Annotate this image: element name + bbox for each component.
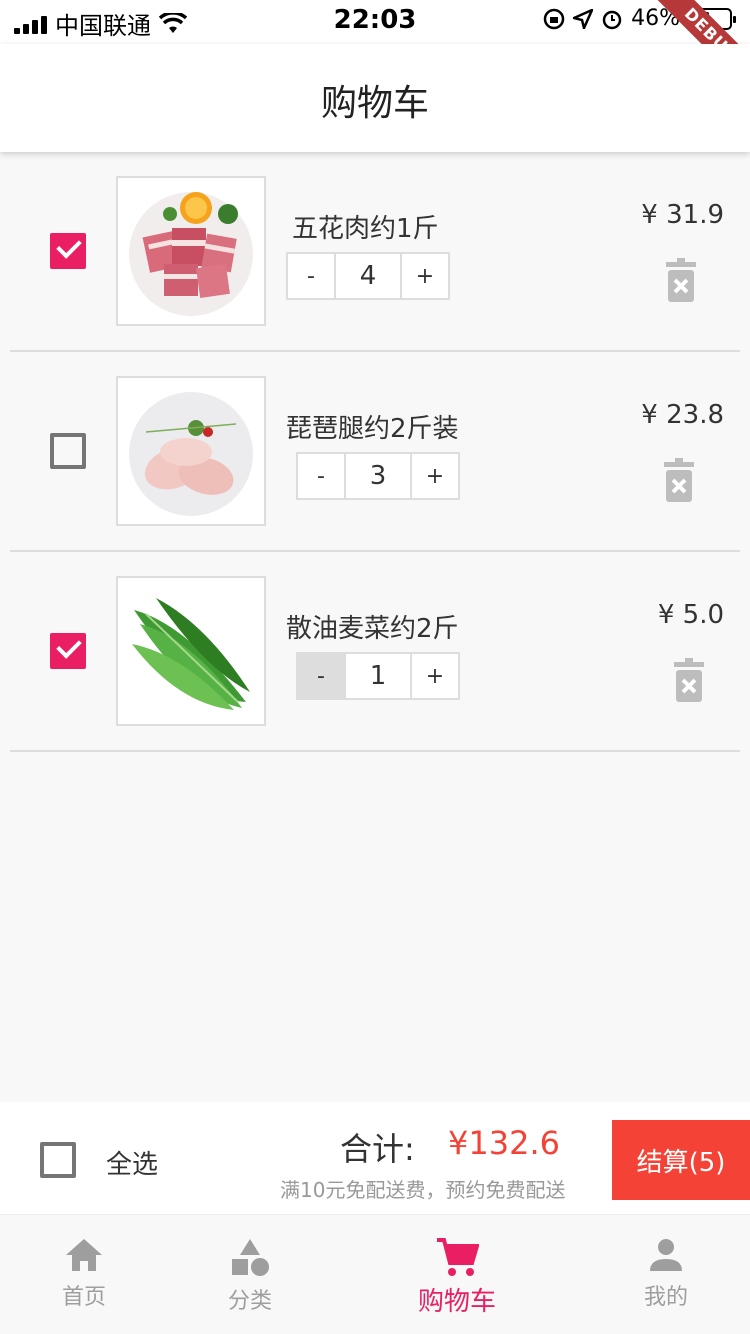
decrement-button[interactable]: - [298, 454, 344, 498]
total-amount: ¥132.6 [448, 1124, 560, 1162]
app-bar: 购物车 [0, 44, 750, 152]
increment-button[interactable]: + [412, 454, 458, 498]
cart-item: 散油麦菜约2斤 - 1 + ¥ 5.0 [10, 552, 740, 752]
quantity-stepper: - 4 + [286, 252, 450, 300]
tab-mine[interactable]: 我的 [596, 1215, 736, 1334]
item-checkbox[interactable] [50, 233, 86, 269]
select-all-label[interactable]: 全选 [106, 1144, 158, 1181]
quantity-value[interactable]: 4 [334, 254, 402, 298]
select-all-checkbox[interactable] [40, 1142, 76, 1178]
cart-item: 琵琶腿约2斤装 - 3 + ¥ 23.8 [10, 352, 740, 552]
total-label: 合计: [340, 1130, 415, 1168]
item-price: ¥ 23.8 [641, 400, 724, 430]
tab-home[interactable]: 首页 [14, 1215, 154, 1334]
delete-icon[interactable] [674, 658, 704, 702]
tab-label: 我的 [643, 1285, 688, 1310]
orientation-lock-icon [543, 8, 565, 29]
home-icon [66, 1239, 102, 1271]
quantity-stepper: - 1 + [296, 652, 460, 700]
cart-item: 五花肉约1斤 - 4 + ¥ 31.9 [10, 152, 740, 352]
lettuce-image [132, 598, 250, 710]
increment-button[interactable]: + [412, 654, 458, 698]
delivery-note: 满10元免配送费，预约免费配送 [280, 1178, 566, 1202]
item-price: ¥ 31.9 [641, 200, 724, 230]
tab-label: 首页 [61, 1285, 106, 1310]
delete-icon[interactable] [666, 258, 696, 302]
alarm-icon [602, 10, 622, 29]
delete-icon[interactable] [664, 458, 694, 502]
tab-bar: 首页 分类 购物车 我的 [0, 1214, 750, 1334]
cart-list: 五花肉约1斤 - 4 + ¥ 31.9 琵琶腿约2斤装 - 3 + ¥ 23.8… [0, 152, 750, 752]
page-title: 购物车 [320, 83, 429, 124]
category-icon [232, 1239, 269, 1276]
item-price: ¥ 5.0 [657, 600, 724, 630]
product-name: 琵琶腿约2斤装 [286, 414, 459, 444]
product-image[interactable] [116, 576, 266, 726]
item-checkbox[interactable] [50, 633, 86, 669]
quantity-value[interactable]: 1 [344, 654, 412, 698]
tab-category[interactable]: 分类 [180, 1215, 320, 1334]
decrement-button[interactable]: - [298, 654, 344, 698]
quantity-value[interactable]: 3 [344, 454, 412, 498]
decrement-button[interactable]: - [288, 254, 334, 298]
tab-label: 购物车 [417, 1287, 496, 1317]
product-image[interactable] [116, 376, 266, 526]
status-bar: 中国联通 22:03 46% DEBUG [0, 0, 750, 98]
person-icon [650, 1239, 682, 1271]
increment-button[interactable]: + [402, 254, 448, 298]
product-name: 五花肉约1斤 [292, 214, 439, 244]
item-checkbox[interactable] [50, 433, 86, 469]
tab-label: 分类 [227, 1289, 272, 1314]
chicken-drumstick-image [129, 392, 253, 516]
checkout-bar: 全选 合计: ¥132.6 满10元免配送费，预约免费配送 结算(5) [0, 1102, 750, 1214]
quantity-stepper: - 3 + [296, 452, 460, 500]
tab-cart[interactable]: 购物车 [387, 1215, 527, 1334]
checkout-button[interactable]: 结算(5) [612, 1120, 750, 1200]
pork-belly-image [129, 192, 253, 316]
product-name: 散油麦菜约2斤 [286, 614, 459, 644]
product-image[interactable] [116, 176, 266, 326]
location-icon [573, 8, 594, 29]
cart-icon [437, 1238, 479, 1276]
